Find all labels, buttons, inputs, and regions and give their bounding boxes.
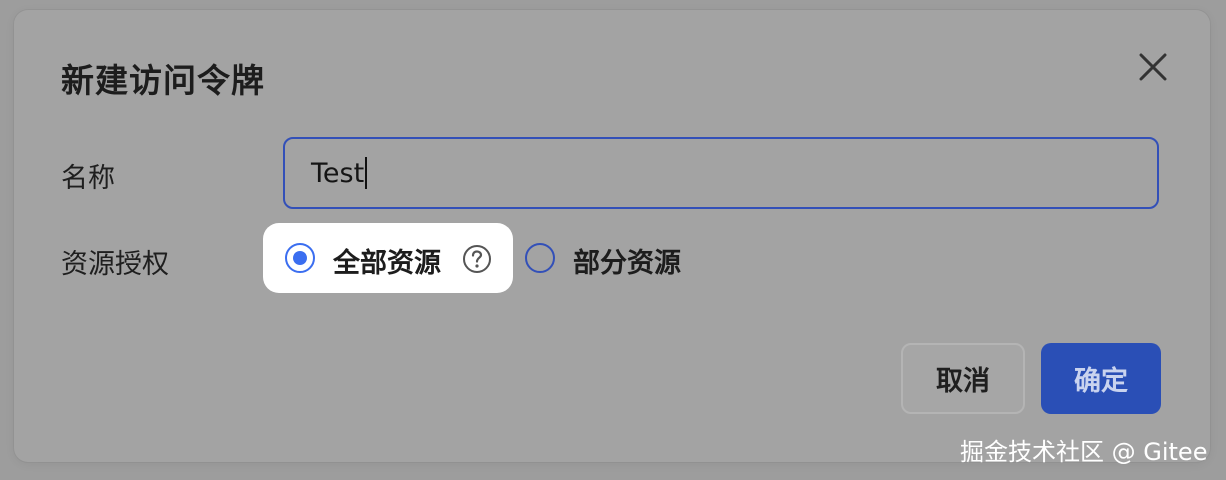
name-input[interactable]: Test (283, 137, 1159, 209)
new-access-token-dialog: 新建访问令牌 名称 Test 资源授权 全部资源 部分资源 取消 确定 (14, 10, 1210, 462)
radio-all-resources-label[interactable]: 全部资源 (333, 241, 441, 280)
text-caret (365, 157, 368, 189)
resource-auth-label: 资源授权 (61, 249, 169, 280)
dialog-title: 新建访问令牌 (61, 61, 265, 100)
radio-partial-resources[interactable] (525, 243, 555, 273)
close-icon[interactable] (1134, 48, 1172, 86)
question-circle-icon[interactable] (461, 243, 493, 275)
radio-all-resources[interactable] (285, 243, 315, 273)
name-label: 名称 (61, 163, 115, 194)
cancel-button[interactable]: 取消 (901, 343, 1025, 414)
radio-partial-resources-label[interactable]: 部分资源 (573, 241, 681, 280)
name-input-value: Test (311, 157, 365, 189)
watermark: 掘金技术社区 @ Gitee (960, 438, 1208, 466)
confirm-button[interactable]: 确定 (1041, 343, 1161, 414)
